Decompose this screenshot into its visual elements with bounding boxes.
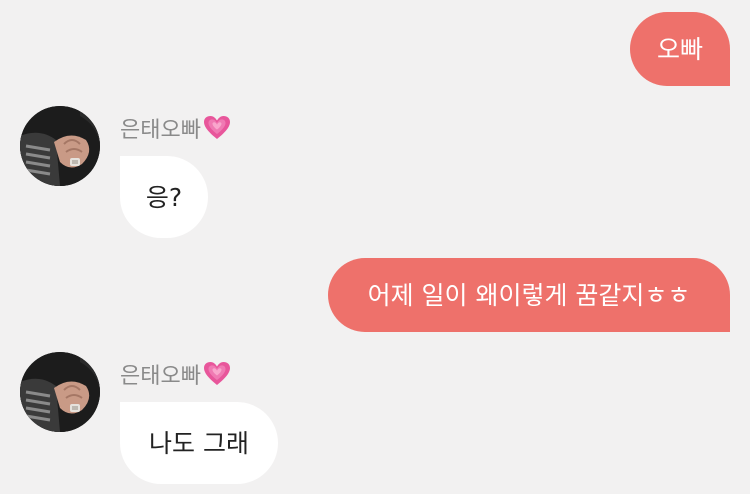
avatar-photo xyxy=(20,352,100,432)
message-text: 어제 일이 왜이렇게 꿈같지ㅎㅎ xyxy=(367,280,691,310)
sender-name: 은태오빠 xyxy=(120,358,231,390)
sender-name: 은태오빠 xyxy=(120,112,231,144)
growing-heart-icon xyxy=(203,116,230,139)
avatar[interactable] xyxy=(20,352,100,432)
their-message-bubble[interactable]: 나도 그래 xyxy=(120,402,278,484)
my-message-bubble[interactable]: 어제 일이 왜이렇게 꿈같지ㅎㅎ xyxy=(328,258,730,332)
my-message-bubble[interactable]: 오빠 xyxy=(630,12,730,86)
sender-name-label: 은태오빠 xyxy=(120,364,201,389)
message-text: 나도 그래 xyxy=(149,428,249,458)
sender-name-label: 은태오빠 xyxy=(120,118,201,143)
growing-heart-icon xyxy=(203,362,230,385)
message-text: 응? xyxy=(145,182,183,212)
avatar[interactable] xyxy=(20,106,100,186)
their-message-bubble[interactable]: 응? xyxy=(120,156,208,238)
avatar-photo xyxy=(20,106,100,186)
message-text: 오빠 xyxy=(656,34,703,64)
